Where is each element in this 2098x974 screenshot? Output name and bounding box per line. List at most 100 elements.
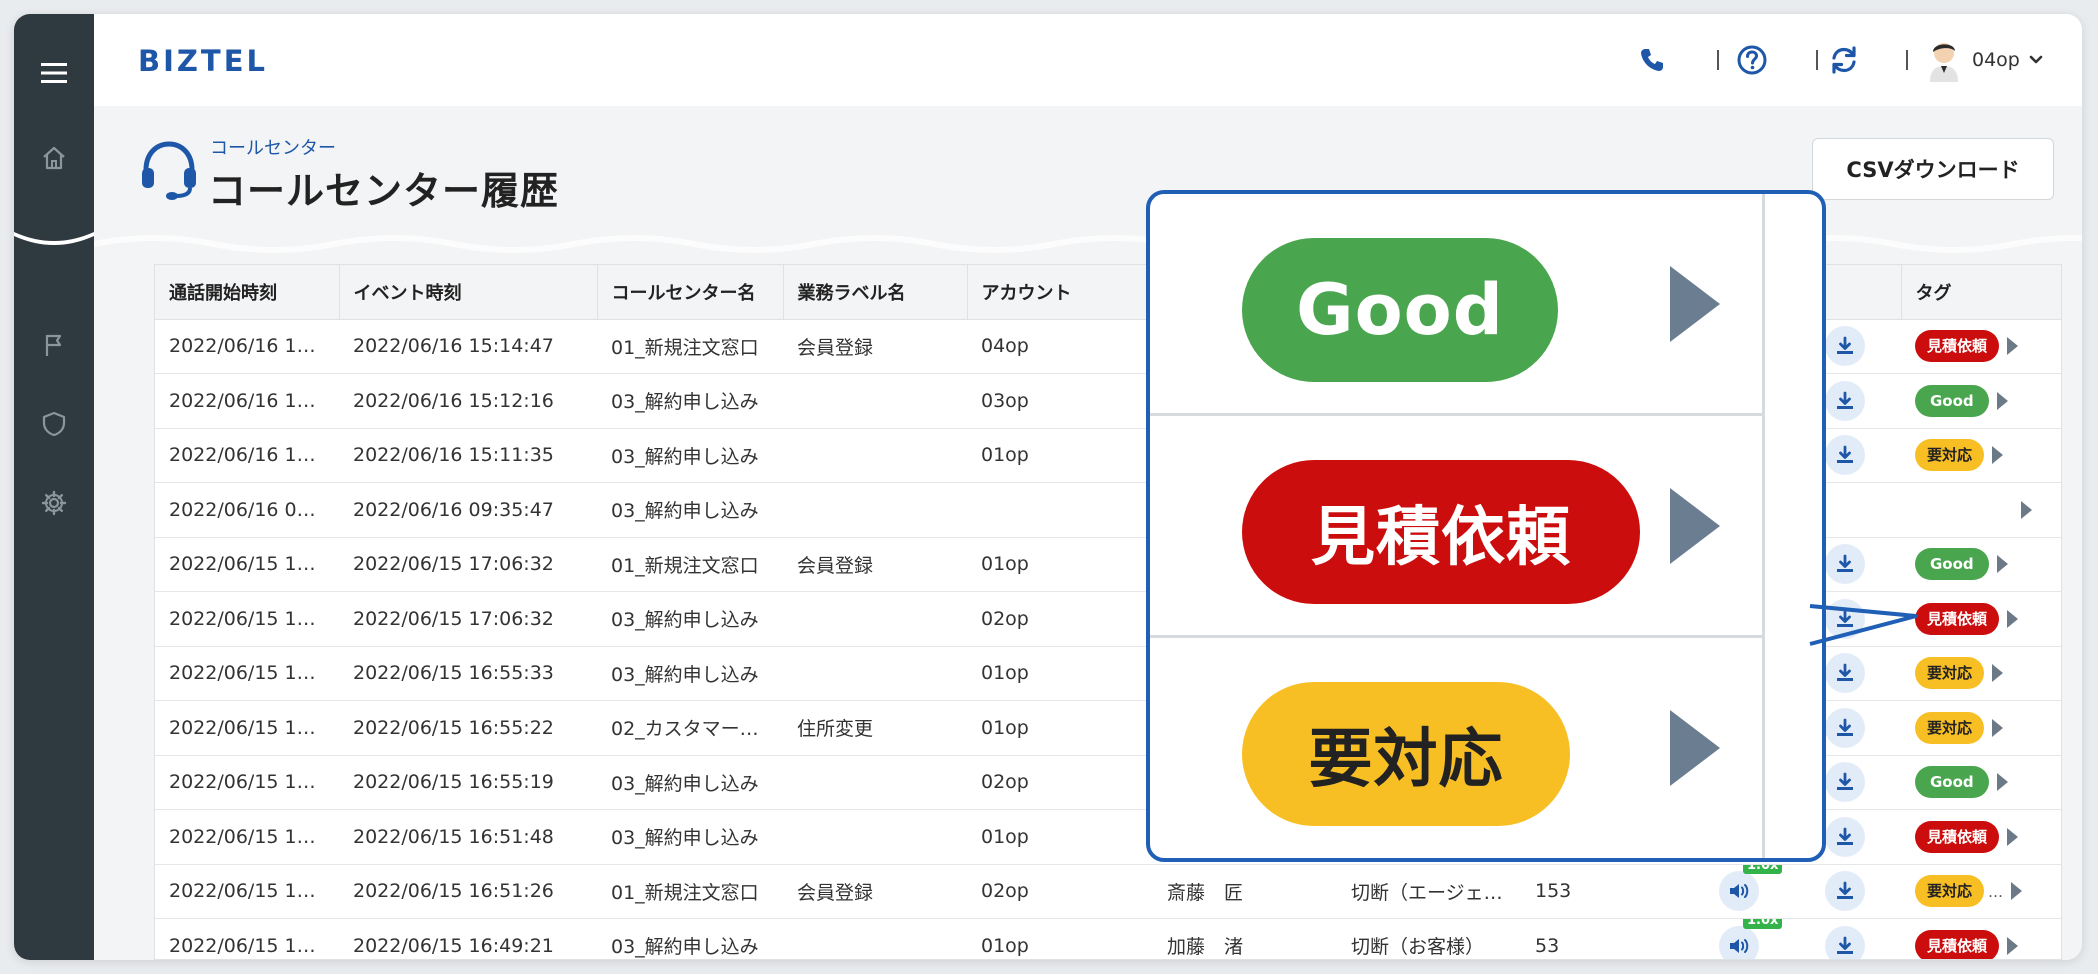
cell-start-time: 2022/06/16 1… xyxy=(155,428,339,483)
tag-badge[interactable]: Good xyxy=(1915,384,1989,417)
cell-tag: 見積依頼 xyxy=(1901,591,2061,647)
menu-icon[interactable] xyxy=(14,48,94,98)
play-arrow-icon[interactable] xyxy=(1992,446,2004,465)
biztel-logo[interactable]: BIZTEL xyxy=(138,44,268,78)
flag-icon[interactable] xyxy=(14,320,94,370)
chevron-down-icon xyxy=(2029,55,2043,64)
tag-badge[interactable]: 見積依頼 xyxy=(1915,820,2000,853)
quote-tag-large[interactable]: 見積依頼 xyxy=(1242,460,1640,604)
column-header[interactable] xyxy=(1825,265,1902,320)
speaker-icon[interactable]: 1.0x xyxy=(1719,864,1783,912)
cell-business-label xyxy=(783,591,967,647)
cell-account: 02op xyxy=(967,755,1153,810)
download-icon[interactable] xyxy=(1825,598,1865,639)
phone-icon[interactable] xyxy=(1634,42,1670,78)
cell-download xyxy=(1825,700,1901,756)
column-header[interactable]: コールセンター名 xyxy=(597,265,784,320)
tag-badge[interactable]: Good xyxy=(1915,548,1989,581)
cell-event-time: 2022/06/15 16:55:22 xyxy=(339,700,597,756)
cell-center-name: 03_解約申し込み xyxy=(597,373,783,429)
help-icon[interactable] xyxy=(1734,42,1770,78)
download-icon[interactable] xyxy=(1825,707,1865,748)
play-arrow-icon[interactable] xyxy=(1992,718,2004,737)
cell-account xyxy=(967,482,1153,538)
table-row[interactable]: 2022/06/15 1… 2022/06/15 16:51:26 01_新規注文窓… xyxy=(155,864,2061,919)
cell-event-time: 2022/06/15 16:55:19 xyxy=(339,755,597,810)
cell-event-time: 2022/06/16 15:12:16 xyxy=(339,373,597,429)
play-arrow-icon[interactable] xyxy=(1670,710,1720,786)
play-arrow-icon[interactable] xyxy=(2007,936,2019,955)
cell-center-name: 03_解約申し込み xyxy=(597,918,783,959)
play-arrow-icon[interactable] xyxy=(2007,609,2019,628)
csv-download-button[interactable]: CSVダウンロード xyxy=(1812,138,2054,200)
home-icon[interactable] xyxy=(14,133,94,183)
download-icon[interactable] xyxy=(1825,544,1865,585)
table-row[interactable]: 2022/06/15 1… 2022/06/15 16:49:21 03_解約申し込… xyxy=(155,918,2061,959)
download-icon[interactable] xyxy=(1825,435,1865,476)
cell-start-time: 2022/06/15 1… xyxy=(155,918,339,959)
cell-duration: 53 xyxy=(1521,918,1719,959)
play-arrow-icon[interactable] xyxy=(1996,773,2008,792)
column-header[interactable]: 通話開始時刻 xyxy=(155,265,340,320)
column-header[interactable]: 業務ラベル名 xyxy=(783,265,968,320)
cell-tag xyxy=(1901,482,2061,538)
play-arrow-icon[interactable] xyxy=(2021,501,2032,520)
column-header[interactable]: アカウント xyxy=(967,265,1154,320)
download-icon[interactable] xyxy=(1825,762,1865,803)
play-arrow-icon[interactable] xyxy=(2011,882,2023,901)
column-header[interactable]: イベント時刻 xyxy=(339,265,598,320)
cell-start-time: 2022/06/16 0… xyxy=(155,482,339,538)
playback-speed-badge[interactable]: 1.0x xyxy=(1743,864,1783,875)
tag-badge[interactable]: 要対応 xyxy=(1915,439,1985,472)
cell-download xyxy=(1825,646,1901,701)
cell-account: 02op xyxy=(967,864,1153,919)
cell-center-name: 03_解約申し込み xyxy=(597,482,783,538)
tag-badge[interactable]: Good xyxy=(1915,766,1989,799)
cell-business-label xyxy=(783,755,967,810)
tag-badge[interactable]: 要対応 xyxy=(1915,711,1985,744)
cell-tag: 見積依頼 xyxy=(1901,319,2061,374)
play-arrow-icon[interactable] xyxy=(1992,664,2004,683)
shield-icon[interactable] xyxy=(14,399,94,449)
tag-badge[interactable]: 見積依頼 xyxy=(1915,330,2000,363)
breadcrumb[interactable]: コールセンター xyxy=(210,134,336,160)
cell-agent: 加藤 渚 xyxy=(1153,918,1337,959)
download-icon[interactable] xyxy=(1825,925,1865,959)
cell-event-time: 2022/06/15 16:55:33 xyxy=(339,646,597,701)
download-icon[interactable] xyxy=(1825,816,1865,857)
play-arrow-icon[interactable] xyxy=(1670,488,1720,564)
cell-center-name: 02_カスタマー… xyxy=(597,700,783,756)
play-arrow-icon[interactable] xyxy=(1996,555,2008,574)
avatar xyxy=(1930,43,1958,82)
more-tags-indicator[interactable]: … xyxy=(1988,883,2003,901)
play-arrow-icon[interactable] xyxy=(2007,337,2019,356)
cell-business-label xyxy=(783,918,967,959)
tag-badge[interactable]: 見積依頼 xyxy=(1915,602,2000,635)
cell-center-name: 03_解約申し込み xyxy=(597,428,783,483)
cell-account: 01op xyxy=(967,918,1153,959)
action-tag-large[interactable]: 要対応 xyxy=(1242,682,1570,826)
gear-icon[interactable] xyxy=(14,478,94,528)
user-menu[interactable]: 04op xyxy=(1924,38,2044,82)
play-arrow-icon[interactable] xyxy=(2007,827,2019,846)
refresh-icon[interactable] xyxy=(1826,42,1862,78)
download-icon[interactable] xyxy=(1825,380,1865,421)
tag-badge[interactable]: 要対応 xyxy=(1915,657,1985,690)
play-arrow-icon[interactable] xyxy=(1670,266,1720,342)
cell-start-time: 2022/06/15 1… xyxy=(155,537,339,592)
download-icon[interactable] xyxy=(1825,653,1865,694)
playback-speed-badge[interactable]: 1.0x xyxy=(1743,918,1783,929)
play-arrow-icon[interactable] xyxy=(1996,391,2008,410)
cell-event-time: 2022/06/15 16:51:48 xyxy=(339,809,597,865)
cell-account: 02op xyxy=(967,591,1153,647)
cell-account: 01op xyxy=(967,428,1153,483)
cell-account: 01op xyxy=(967,700,1153,756)
toolbar-separator xyxy=(1717,50,1719,70)
tag-badge[interactable]: 要対応 xyxy=(1915,875,1985,908)
tag-badge[interactable]: 見積依頼 xyxy=(1915,929,2000,959)
speaker-icon[interactable]: 1.0x xyxy=(1719,918,1783,959)
download-icon[interactable] xyxy=(1825,871,1865,912)
download-icon[interactable] xyxy=(1825,326,1865,367)
column-header[interactable]: タグ xyxy=(1901,265,2061,320)
good-tag-large[interactable]: Good xyxy=(1242,238,1558,382)
